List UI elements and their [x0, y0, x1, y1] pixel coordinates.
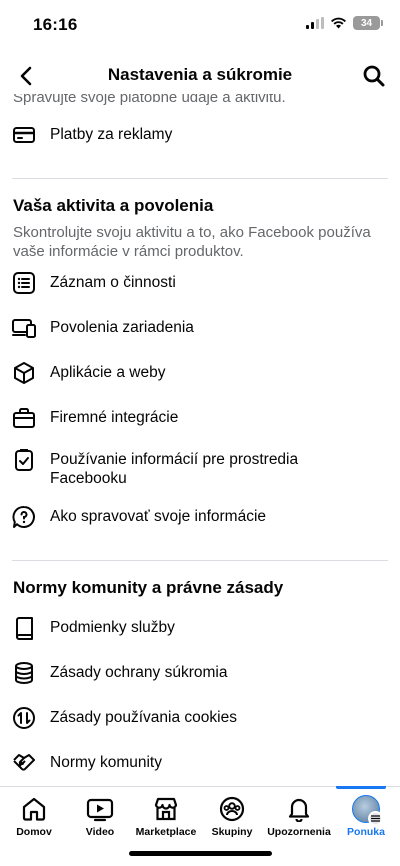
divider [12, 560, 388, 561]
battery-indicator: 34 [353, 16, 383, 30]
menu-item-apps-websites[interactable]: Aplikácie a weby [12, 361, 388, 385]
cookie-arrows-icon [12, 706, 36, 730]
device-icon [12, 316, 36, 340]
menu-item-terms-of-service[interactable]: Podmienky služby [12, 616, 388, 640]
menu-item-label: Záznam o činnosti [50, 274, 176, 291]
handshake-icon [12, 751, 36, 775]
menu-item-label: Ako spravovať svoje informácie [50, 508, 267, 525]
menu-item-privacy-policy[interactable]: Zásady ochrany súkromia [12, 661, 388, 685]
signal-icon [306, 17, 324, 29]
menu-item-label: Platby za reklamy [50, 126, 173, 143]
clipboard-icon [12, 448, 36, 472]
nav-tab-label: Marketplace [135, 826, 197, 838]
nav-tab-video[interactable]: Video [67, 787, 133, 843]
previous-section-description: Spravujte svoje platobné údaje a aktivit… [13, 94, 286, 106]
menu-item-manage-info[interactable]: Ako spravovať svoje informácie [12, 505, 388, 529]
menu-item-info-usage[interactable]: Používanie informácií pre prostredia Fac… [12, 448, 388, 488]
activity-log-icon [12, 271, 36, 295]
page-title: Nastavenia a súkromie [107, 65, 293, 84]
briefcase-icon [12, 406, 36, 430]
nav-tab-groups[interactable]: Skupiny [199, 787, 265, 843]
status-time: 16:16 [33, 15, 78, 34]
wifi-icon [331, 17, 346, 29]
nav-tab-label: Skupiny [211, 826, 253, 838]
search-icon [363, 65, 385, 87]
section-title: Vaša aktivita a povolenia [13, 196, 214, 215]
menu-item-label: Povolenia zariadenia [50, 319, 194, 336]
menu-item-label: Normy komunity [50, 754, 162, 771]
menu-item-label: Firemné integrácie [50, 409, 179, 426]
divider [12, 178, 388, 179]
question-bubble-icon [12, 505, 36, 529]
nav-tab-label: Domov [16, 826, 52, 838]
status-bar: 16:16 34 [0, 0, 400, 50]
video-icon [86, 795, 114, 823]
section-description: Skontrolujte svoju aktivitu a to, ako Fa… [13, 224, 371, 260]
menu-item-business-integrations[interactable]: Firemné integrácie [12, 406, 388, 430]
status-icons: 34 [306, 16, 383, 30]
menu-item-activity-log[interactable]: Záznam o činnosti [12, 271, 388, 295]
nav-tab-label: Ponuka [347, 826, 385, 838]
menu-icon [368, 811, 383, 826]
home-icon [20, 795, 48, 823]
avatar-icon [352, 795, 383, 826]
groups-icon [218, 795, 246, 823]
menu-item-label: Podmienky služby [50, 619, 175, 636]
nav-tab-menu[interactable]: Ponuka [333, 787, 399, 843]
nav-tab-label: Upozornenia [267, 826, 331, 838]
search-button[interactable] [360, 62, 388, 90]
menu-item-label: Zásady používania cookies [50, 709, 237, 726]
book-icon [12, 616, 36, 640]
section-title: Normy komunity a právne zásady [13, 578, 284, 597]
database-icon [12, 661, 36, 685]
menu-item-label: Používanie informácií pre prostredia Fac… [50, 451, 299, 487]
menu-item-device-permissions[interactable]: Povolenia zariadenia [12, 316, 388, 340]
cube-icon [12, 361, 36, 385]
nav-tab-label: Video [85, 826, 115, 838]
home-indicator [129, 851, 272, 856]
nav-tab-marketplace[interactable]: Marketplace [133, 787, 199, 843]
nav-tab-notifications[interactable]: Upozornenia [266, 787, 332, 843]
marketplace-icon [152, 795, 180, 823]
nav-tab-home[interactable]: Domov [1, 787, 67, 843]
credit-card-icon [12, 123, 36, 147]
menu-item-ad-payments[interactable]: Platby za reklamy [12, 123, 388, 147]
menu-item-cookies-policy[interactable]: Zásady používania cookies [12, 706, 388, 730]
menu-item-community-standards[interactable]: Normy komunity [12, 751, 388, 775]
header: Nastavenia a súkromie [0, 56, 400, 96]
avatar [352, 795, 383, 826]
bell-icon [285, 795, 313, 823]
menu-item-label: Aplikácie a weby [50, 364, 166, 381]
menu-item-label: Zásady ochrany súkromia [50, 664, 228, 681]
bottom-nav: Domov Video Marketplace Skupiny Upozorne… [0, 786, 400, 842]
